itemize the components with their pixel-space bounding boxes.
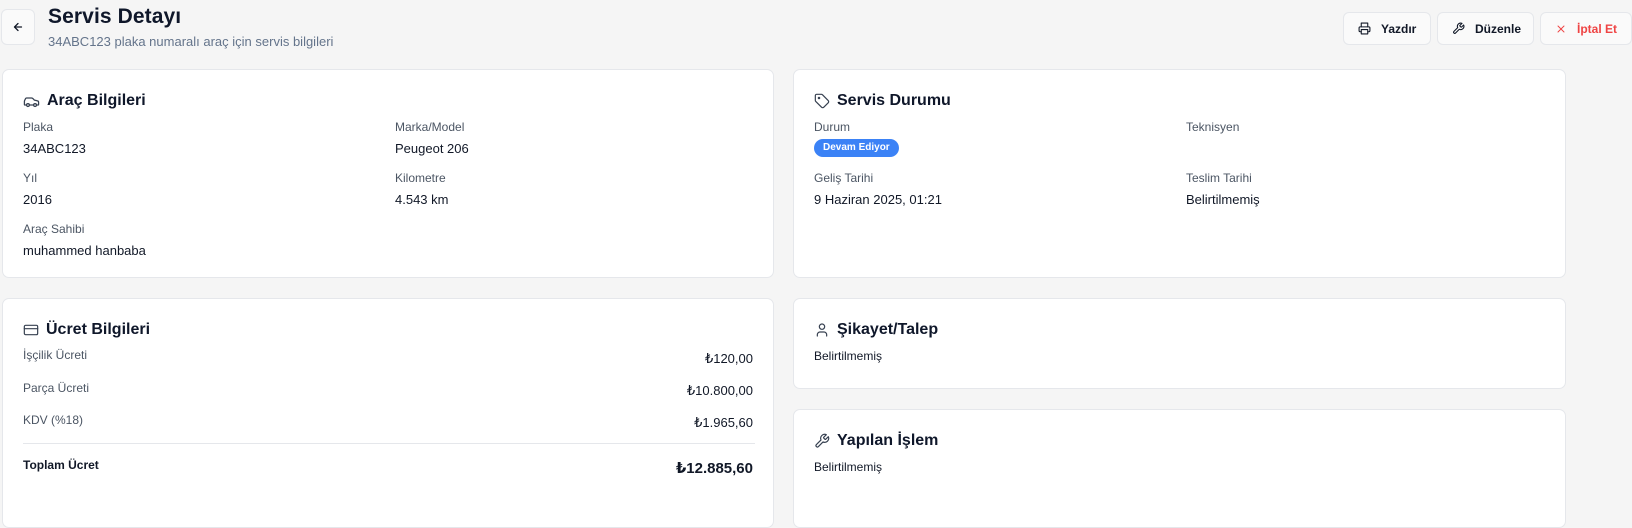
fee-info-title: Ücret Bilgileri — [23, 321, 150, 339]
cancel-button-label: İptal Et — [1577, 21, 1618, 36]
wrench-icon — [1453, 22, 1465, 34]
fee-divider — [23, 443, 755, 444]
cancel-button[interactable]: İptal Et — [1540, 12, 1632, 45]
model-label: Marka/Model — [395, 120, 465, 134]
page-title: Servis Detayı — [48, 5, 182, 28]
status-badge: Devam Ediyor — [814, 139, 899, 157]
edit-button[interactable]: Düzenle — [1437, 12, 1534, 45]
print-button-label: Yazdır — [1381, 21, 1417, 36]
vehicle-info-card: Araç Bilgileri Plaka 34ABC123 Marka/Mode… — [2, 69, 774, 278]
print-button[interactable]: Yazdır — [1343, 12, 1431, 45]
complaint-card: Şikayet/Talep Belirtilmemiş — [793, 298, 1566, 389]
page-header: Servis Detayı 34ABC123 plaka numaralı ar… — [0, 0, 1632, 60]
vehicle-info-title-text: Araç Bilgileri — [47, 92, 146, 109]
year-label: Yıl — [23, 171, 38, 185]
edit-button-label: Düzenle — [1475, 21, 1522, 36]
page-subtitle: 34ABC123 plaka numaralı araç için servis… — [48, 34, 334, 49]
complaint-value: Belirtilmemiş — [814, 349, 883, 363]
back-button[interactable] — [1, 9, 35, 45]
service-status-title: Servis Durumu — [814, 92, 951, 110]
work-done-title-text: Yapılan İşlem — [837, 432, 939, 449]
wrench-icon — [815, 433, 830, 448]
vat-label: KDV (%18) — [23, 413, 84, 427]
parts-fee-label: Parça Ücreti — [23, 381, 90, 395]
delivery-date-label: Teslim Tarihi — [1186, 171, 1252, 185]
service-status-card: Servis Durumu Durum Devam Ediyor Teknisy… — [793, 69, 1566, 278]
vehicle-info-title: Araç Bilgileri — [23, 92, 146, 110]
arrow-left-icon — [13, 22, 23, 32]
plate-label: Plaka — [23, 120, 54, 134]
complaint-title: Şikayet/Talep — [814, 321, 938, 339]
total-fee-value: ₺12.885,60 — [675, 460, 753, 477]
model-value: Peugeot 206 — [395, 141, 469, 156]
header-actions: Yazdır Düzenle İptal Et — [1343, 12, 1632, 45]
service-status-title-text: Servis Durumu — [837, 92, 951, 109]
technician-label: Teknisyen — [1186, 120, 1240, 134]
tag-icon — [814, 93, 830, 109]
total-fee-label: Toplam Ücret — [23, 458, 99, 472]
arrival-date-value: 9 Haziran 2025, 01:21 — [814, 192, 942, 207]
arrival-date-label: Geliş Tarihi — [814, 171, 874, 185]
delivery-date-value: Belirtilmemiş — [1186, 192, 1260, 207]
fee-info-title-text: Ücret Bilgileri — [46, 321, 151, 338]
owner-label: Araç Sahibi — [23, 222, 85, 236]
vat-value: ₺1.965,60 — [694, 415, 753, 430]
car-icon — [23, 96, 40, 107]
fee-info-card: Ücret Bilgileri İşçilik Ücreti ₺120,00 P… — [2, 298, 774, 528]
parts-fee-value: ₺10.800,00 — [686, 383, 753, 398]
state-label: Durum — [814, 120, 851, 134]
user-icon — [816, 323, 828, 337]
complaint-title-text: Şikayet/Talep — [837, 321, 939, 338]
km-value: 4.543 km — [395, 192, 449, 207]
credit-card-icon — [23, 324, 39, 336]
close-icon — [1557, 25, 1565, 32]
plate-value: 34ABC123 — [23, 141, 86, 156]
labor-fee-label: İşçilik Ücreti — [23, 348, 88, 362]
owner-value: muhammed hanbaba — [23, 243, 146, 258]
year-value: 2016 — [23, 192, 52, 207]
labor-fee-value: ₺120,00 — [704, 351, 753, 366]
work-done-card: Yapılan İşlem Belirtilmemiş — [793, 409, 1566, 528]
work-done-value: Belirtilmemiş — [814, 460, 883, 474]
printer-icon — [1358, 22, 1371, 35]
work-done-title: Yapılan İşlem — [814, 432, 938, 450]
km-label: Kilometre — [395, 171, 446, 185]
